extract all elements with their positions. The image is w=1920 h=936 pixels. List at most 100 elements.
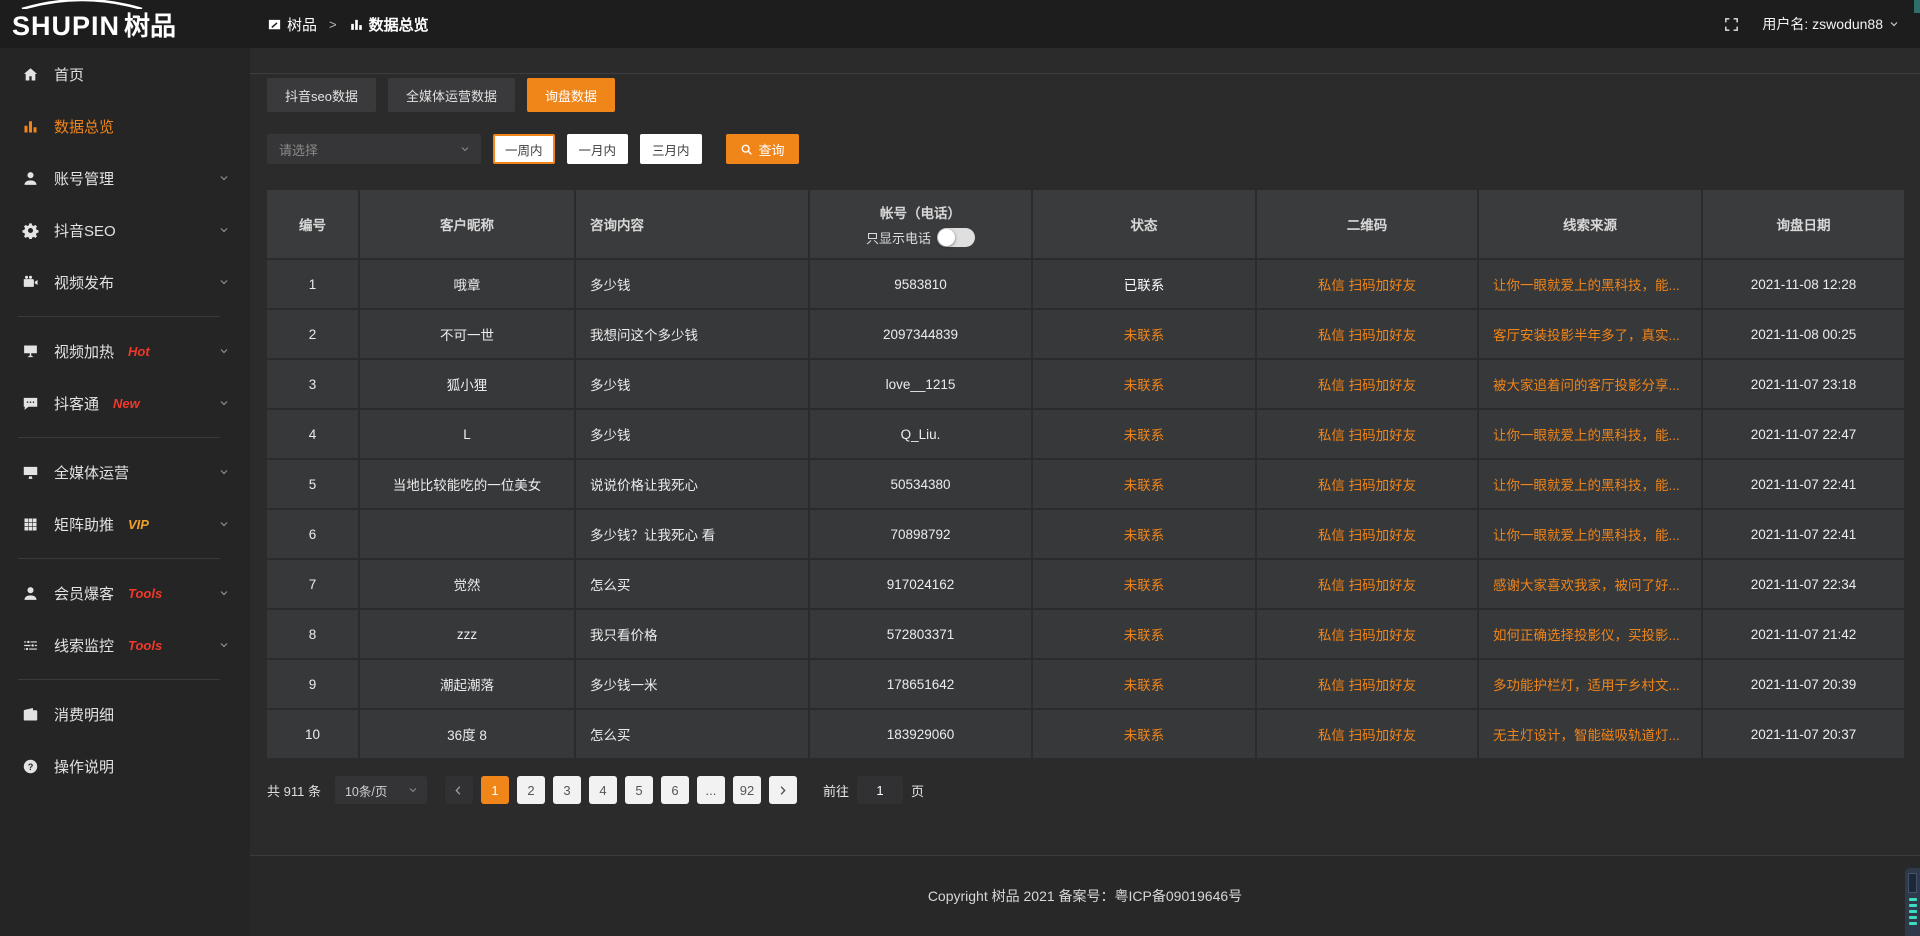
cell-content: 我想问这个多少钱: [576, 310, 808, 358]
date-range-button[interactable]: 一周内: [493, 134, 555, 164]
cell-source-link[interactable]: 让你一眼就爱上的黑科技，能...: [1479, 460, 1701, 508]
cell-source-link[interactable]: 如何正确选择投影仪，买投影...: [1479, 610, 1701, 658]
cell-source-link[interactable]: 客厅安装投影半年多了，真实...: [1479, 310, 1701, 358]
cell-nickname: 潮起潮落: [360, 660, 574, 708]
sidebar-item-label: 消费明细: [54, 704, 114, 725]
breadcrumb-item[interactable]: 数据总览: [349, 14, 429, 35]
pagination: 共 911 条 10条/页 123456...92 前往 页: [267, 776, 1904, 804]
cell-nickname: 狐小狸: [360, 360, 574, 408]
cell-source-link[interactable]: 无主灯设计，智能磁吸轨道灯...: [1479, 710, 1701, 758]
page-number-button[interactable]: 3: [553, 776, 581, 804]
cell-no: 3: [267, 360, 358, 408]
phone-toggle[interactable]: [937, 228, 975, 247]
cell-nickname: L: [360, 410, 574, 458]
next-page-button[interactable]: [769, 776, 797, 804]
data-tab[interactable]: 抖音seo数据: [267, 78, 376, 112]
sidebar: 首页 数据总览 账号管理 抖音SEO 视频发布 视频加热 Hot 抖客通 New…: [0, 48, 250, 936]
cell-qrcode-link[interactable]: 私信 扫码加好友: [1257, 360, 1477, 408]
cell-content: 我只看价格: [576, 610, 808, 658]
prev-page-button[interactable]: [445, 776, 473, 804]
page-ellipsis-button[interactable]: ...: [697, 776, 725, 804]
cell-qrcode-link[interactable]: 私信 扫码加好友: [1257, 510, 1477, 558]
sidebar-item-home[interactable]: 首页: [0, 48, 250, 100]
page-number-button[interactable]: 4: [589, 776, 617, 804]
query-button[interactable]: 查询: [726, 134, 799, 164]
chevron-right-icon: [776, 784, 789, 797]
user-menu[interactable]: 用户名: zswodun88: [1762, 14, 1900, 34]
cell-source-link[interactable]: 多功能护栏灯，适用于乡村文...: [1479, 660, 1701, 708]
sidebar-item-user[interactable]: 账号管理: [0, 152, 250, 204]
query-button-label: 查询: [759, 140, 785, 159]
page-size-select[interactable]: 10条/页: [335, 776, 427, 804]
date-range-button[interactable]: 一月内: [567, 134, 629, 164]
cell-qrcode-link[interactable]: 私信 扫码加好友: [1257, 460, 1477, 508]
fullscreen-icon[interactable]: [1723, 16, 1740, 33]
date-range-button[interactable]: 三月内: [640, 134, 702, 164]
cell-no: 7: [267, 560, 358, 608]
cell-nickname: 不可一世: [360, 310, 574, 358]
logo[interactable]: SHUPIN 树品: [0, 0, 250, 48]
breadcrumb-separator: >: [329, 17, 337, 32]
page-number-button[interactable]: 92: [733, 776, 761, 804]
sidebar-item-question[interactable]: ?操作说明: [0, 740, 250, 792]
cell-source-link[interactable]: 被大家追着问的客厅投影分享...: [1479, 360, 1701, 408]
sliders-icon: [22, 637, 39, 654]
cell-qrcode-link[interactable]: 私信 扫码加好友: [1257, 560, 1477, 608]
cell-status: 未联系: [1033, 610, 1255, 658]
cell-qrcode-link[interactable]: 私信 扫码加好友: [1257, 710, 1477, 758]
sidebar-item-heat[interactable]: 视频加热 Hot: [0, 325, 250, 377]
cell-source-link[interactable]: 让你一眼就爱上的黑科技，能...: [1479, 510, 1701, 558]
sidebar-item-sliders[interactable]: 线索监控 Tools: [0, 619, 250, 671]
chevron-left-icon: [452, 784, 465, 797]
cell-qrcode-link[interactable]: 私信 扫码加好友: [1257, 260, 1477, 308]
data-tab[interactable]: 全媒体运营数据: [388, 78, 515, 112]
cell-no: 8: [267, 610, 358, 658]
sidebar-item-label: 数据总览: [54, 116, 114, 137]
filter-select[interactable]: 请选择: [267, 134, 481, 164]
sidebar-item-chat[interactable]: 抖客通 New: [0, 377, 250, 429]
cell-account: 9583810: [810, 260, 1031, 308]
sidebar-item-chart[interactable]: 数据总览: [0, 100, 250, 152]
cell-status: 未联系: [1033, 560, 1255, 608]
user-icon: [22, 170, 39, 187]
cell-qrcode-link[interactable]: 私信 扫码加好友: [1257, 660, 1477, 708]
page-number-button[interactable]: 5: [625, 776, 653, 804]
breadcrumb-item[interactable]: 树品: [267, 14, 317, 35]
data-tab[interactable]: 询盘数据: [527, 78, 615, 112]
sidebar-item-monitor[interactable]: 全媒体运营: [0, 446, 250, 498]
cell-account: love__1215: [810, 360, 1031, 408]
cell-source-link[interactable]: 让你一眼就爱上的黑科技，能...: [1479, 410, 1701, 458]
cell-qrcode-link[interactable]: 私信 扫码加好友: [1257, 610, 1477, 658]
cell-no: 4: [267, 410, 358, 458]
table-row: 6 多少钱？让我死心 看 70898792 未联系 私信 扫码加好友 让你一眼就…: [267, 510, 1904, 558]
cell-qrcode-link[interactable]: 私信 扫码加好友: [1257, 310, 1477, 358]
cell-no: 10: [267, 710, 358, 758]
goto-suffix-label: 页: [911, 781, 924, 800]
page-number-button[interactable]: 1: [481, 776, 509, 804]
sidebar-item-grid[interactable]: 矩阵助推 VIP: [0, 498, 250, 550]
sidebar-item-video[interactable]: 视频发布: [0, 256, 250, 308]
data-tabs: 抖音seo数据全媒体运营数据询盘数据: [267, 78, 1904, 112]
sidebar-item-wallet[interactable]: 消费明细: [0, 688, 250, 740]
cell-content: 怎么买: [576, 560, 808, 608]
sidebar-item-gear[interactable]: 抖音SEO: [0, 204, 250, 256]
chat-icon: [22, 395, 39, 412]
column-header-content: 咨询内容: [576, 190, 808, 258]
cell-source-link[interactable]: 让你一眼就爱上的黑科技，能...: [1479, 260, 1701, 308]
cell-qrcode-link[interactable]: 私信 扫码加好友: [1257, 410, 1477, 458]
cell-status: 未联系: [1033, 410, 1255, 458]
cell-date: 2021-11-08 00:25: [1703, 310, 1904, 358]
app-icon: [267, 17, 282, 32]
page-number-button[interactable]: 2: [517, 776, 545, 804]
chevron-down-icon: [218, 466, 230, 478]
page-number-button[interactable]: 6: [661, 776, 689, 804]
logo-cjk-text: 树品: [124, 6, 176, 43]
column-header-date: 询盘日期: [1703, 190, 1904, 258]
goto-page-input[interactable]: [857, 776, 903, 804]
logo-arc: [18, 0, 146, 9]
scrollbar-thumb[interactable]: [1914, 0, 1920, 13]
sidebar-item-person[interactable]: 会员爆客 Tools: [0, 567, 250, 619]
cell-date: 2021-11-07 22:34: [1703, 560, 1904, 608]
floating-widget[interactable]: [1905, 868, 1920, 936]
cell-source-link[interactable]: 感谢大家喜欢我家，被问了好...: [1479, 560, 1701, 608]
